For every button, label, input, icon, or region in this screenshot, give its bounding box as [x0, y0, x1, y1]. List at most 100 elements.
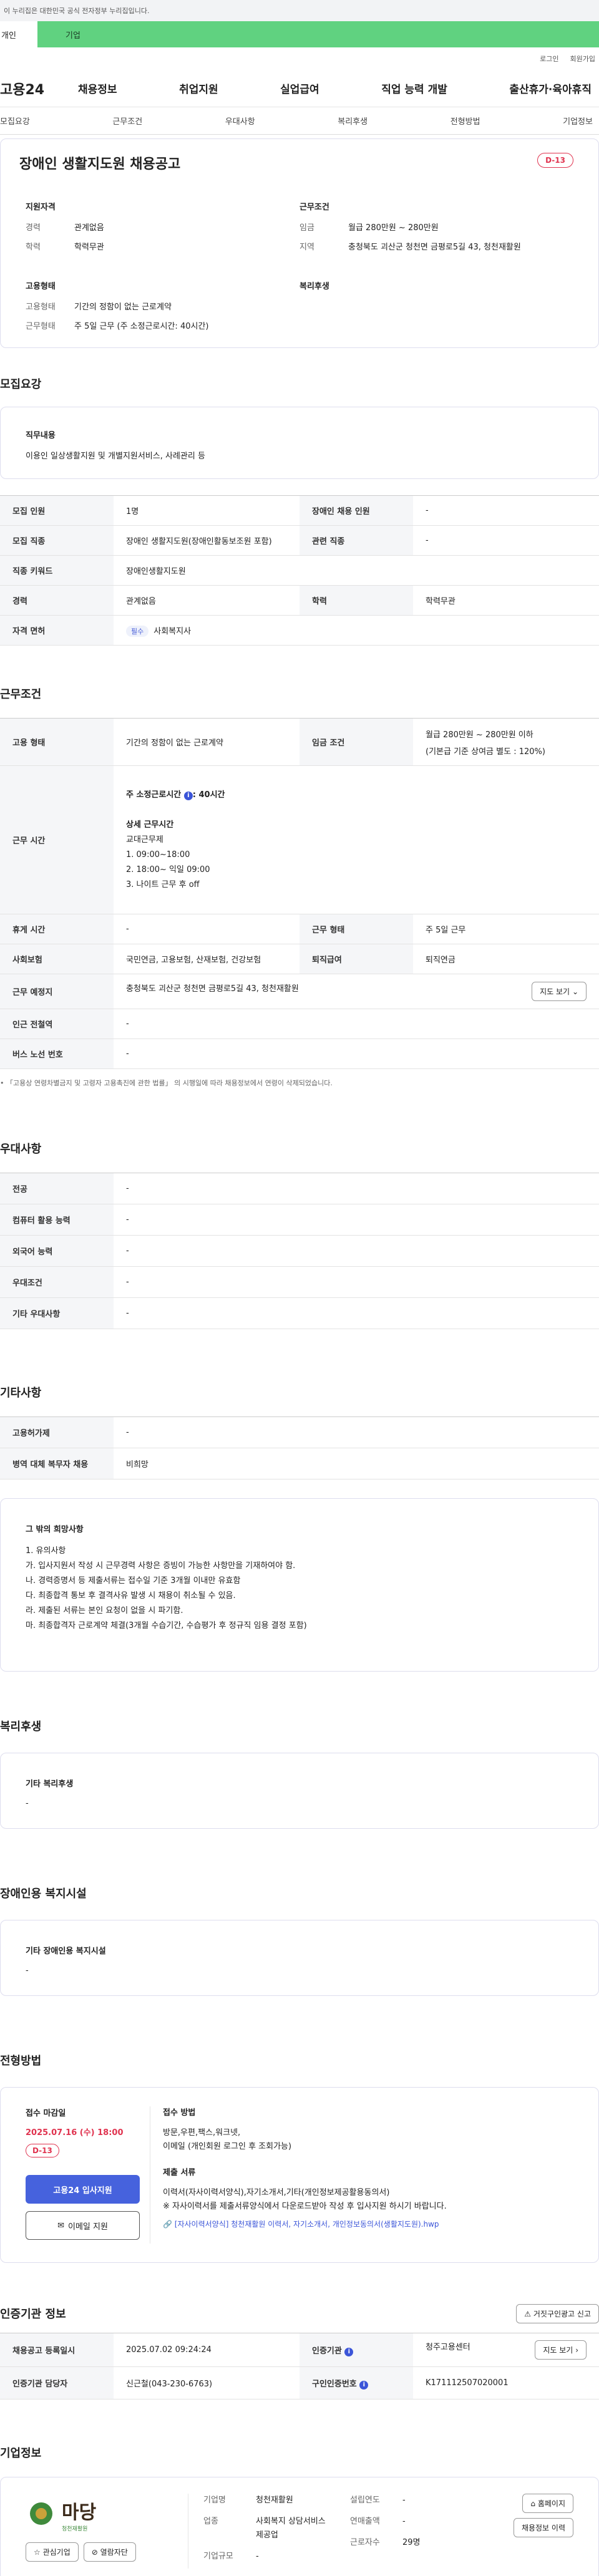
cert-map-label: 지도 보기 [543, 2346, 573, 2355]
info-icon[interactable]: i [359, 2380, 369, 2390]
table-row: 경력 관계없음 학력 학력무관 [0, 585, 599, 616]
cond-value: 충청북도 괴산군 청천면 금평로5길 43, 청천재활원 [348, 243, 521, 252]
block-icon: ⊘ [91, 2548, 98, 2557]
qualification-block: 지원자격 경력 관계없음 학력 학력무관 [26, 200, 300, 259]
global-nav: 고용24 채용정보 취업지원 실업급여 직업 능력 개발 출산휴가·육아휴직 [0, 70, 599, 107]
resume-file-link[interactable]: 🔗 [자사이력서양식] 청천재활원 이력서, 자기소개서, 개인정보동의서(생활… [163, 2217, 573, 2231]
cell-label: 인증기관 담당자 [0, 2366, 114, 2399]
job-summary-card: 장애인 생활지도원 채용공고 D-13 지원자격 경력 관계없음 학력 학력무관 근… [0, 138, 599, 348]
requirements-line: 다. 최종합격 통보 후 결격사유 발생 시 채용이 취소될 수 있음. [26, 1591, 236, 1600]
table-row: 직종 키워드 장애인생활지도원 [0, 555, 599, 586]
email-apply-label: 이메일 지원 [67, 2222, 108, 2232]
docs-label: 제출 서류 [163, 2168, 196, 2177]
apply-button[interactable]: 고용24 입사지원 [26, 2175, 140, 2204]
qual-label: 학력 [26, 243, 41, 252]
welfare-box-value: - [26, 1799, 29, 1808]
info-icon[interactable]: i [183, 791, 193, 800]
email-apply-button[interactable]: ✉ 이메일 지원 [26, 2211, 140, 2240]
welfare-box-title: 기타 복리후생 [26, 1779, 74, 1789]
section-tab-company[interactable]: 기업정보 [563, 115, 593, 127]
cert-org-label: 인증기관 [312, 2346, 342, 2356]
gnb-item-employment-support[interactable]: 취업지원 [179, 80, 218, 96]
tab-personal[interactable]: 개인 [0, 21, 37, 47]
section-tab-preference[interactable]: 우대사항 [225, 115, 255, 127]
alert-icon: ⚠ [524, 2309, 532, 2318]
cell-label: 임금 조건 [300, 718, 413, 766]
gnb-item-parental-leave[interactable]: 출산휴가·육아휴직 [509, 80, 592, 96]
field-value: - [256, 2552, 259, 2561]
homepage-button[interactable]: ⌂ 홈페이지 [522, 2494, 573, 2513]
cell-value: 1명 [114, 495, 300, 526]
table-row: 모집 인원 1명 장애인 채용 인원 - [0, 495, 599, 526]
cell-label: 고용허가제 [0, 1416, 114, 1448]
requirements-card: 그 밖의 희망사항 1. 유의사항 가. 입사지원서 작성 시 근무경력 사항은… [0, 1498, 599, 1672]
cell-label: 근무 예정지 [0, 974, 114, 1009]
cell-value: - [413, 525, 599, 556]
section-tabs: 모집요강 근무조건 우대사항 복리후생 전형방법 기업정보 [0, 107, 599, 135]
company-logo-mark [30, 2502, 52, 2525]
cell-value: - [413, 495, 599, 526]
cell-label: 모집 인원 [0, 495, 114, 526]
age-footnote-text: 「고용상 연령차별금지 및 고령자 고용촉진에 관한 법률」 의 시행일에 따라… [6, 1079, 333, 1087]
cell-value: 필수 사회복지사 [114, 615, 599, 646]
join-link[interactable]: 회원가입 [570, 54, 595, 64]
block-viewer-button[interactable]: ⊘ 열람자단 [83, 2542, 136, 2562]
cell-label: 구인인증번호 i [300, 2366, 413, 2399]
section-tab-welfare[interactable]: 복리후생 [338, 115, 368, 127]
cell-label: 학력 [300, 585, 413, 616]
section-tab-process[interactable]: 전형방법 [450, 115, 480, 127]
gnb-item-jobs[interactable]: 채용정보 [78, 80, 117, 96]
login-link[interactable]: 로그인 [540, 54, 558, 64]
hours-value: : 40시간 [192, 790, 225, 800]
work-section-title: 근무조건 [0, 688, 42, 701]
interest-company-button[interactable]: ☆ 관심기업 [26, 2542, 79, 2562]
gnb-menu: 채용정보 취업지원 실업급여 직업 능력 개발 출산휴가·육아휴직 [78, 80, 599, 96]
field-label: 업종 [203, 2517, 218, 2526]
table-row: 자격 면허 필수 사회복지사 [0, 615, 599, 646]
cell-value: 비희망 [114, 1448, 599, 1479]
map-button-label: 지도 보기 [540, 987, 570, 996]
cell-label: 전공 [0, 1173, 114, 1204]
cond-label: 지역 [300, 243, 314, 252]
field-label: 근로자수 [350, 2538, 380, 2547]
cell-label: 휴게 시간 [0, 914, 114, 944]
cell-value: 신근철(043-230-6763) [114, 2366, 300, 2399]
section-tab-work[interactable]: 근무조건 [112, 115, 142, 127]
table-row: 모집 직종 장애인 생활지도원(장애인활동보조원 포함) 관련 직종 - [0, 525, 599, 556]
hours-line: 1. 09:00~18:00 [126, 850, 190, 859]
site-logo[interactable]: 고용24 [0, 79, 78, 99]
requirements-line: 가. 입사지원서 작성 시 근무경력 사항은 증빙이 가능한 사항만을 기재하여… [26, 1561, 296, 1571]
map-button[interactable]: 지도 보기 ⌄ [532, 982, 587, 1001]
facility-box-title: 기타 장애인용 복지시설 [26, 1947, 106, 1956]
gnb-item-unemployment-benefit[interactable]: 실업급여 [280, 80, 319, 96]
table-row: 근무 예정지 충청북도 괴산군 청천면 금평로5길 43, 청천재활원 지도 보기… [0, 974, 599, 1009]
hours-cell: 주 소정근로시간 i: 40시간 상세 근무시간 교대근무제 1. 09:00~… [114, 765, 599, 914]
cell-value: - [114, 1297, 599, 1329]
etc-section-title: 기타사항 [0, 1387, 42, 1400]
cell-label: 인증기관 i [300, 2333, 413, 2367]
cell-value: 주 5일 근무 [413, 914, 599, 944]
info-icon[interactable]: i [344, 2347, 354, 2356]
chevron-right-icon: › [575, 2346, 578, 2355]
method-block: 접수 방법 방문,우편,팩스,워크넷, 이메일 (개인회원 로그인 후 조회가능… [163, 2106, 573, 2244]
gnb-item-vocational-training[interactable]: 직업 능력 개발 [381, 80, 447, 96]
cell-value: 기간의 정함이 없는 근로계약 [114, 718, 300, 766]
cert-map-button[interactable]: 지도 보기 › [535, 2340, 587, 2360]
gov-notice-bar: 이 누리집은 대한민국 공식 전자정부 누리집입니다. [0, 0, 599, 21]
job-history-button[interactable]: 채용정보 이력 [513, 2518, 573, 2537]
report-fake-ad-button[interactable]: ⚠ 거짓구인광고 신고 [516, 2303, 599, 2323]
wage-note: (기본급 기준 상여금 별도 : 120%) [426, 747, 545, 757]
recruit-section-title: 모집요강 [0, 378, 42, 391]
cell-value: 2025.07.02 09:24:24 [114, 2333, 300, 2367]
table-row: 근무 시간 주 소정근로시간 i: 40시간 상세 근무시간 교대근무제 1. … [0, 765, 599, 914]
cell-label: 사회보험 [0, 944, 114, 974]
tab-enterprise[interactable]: 기업 [37, 21, 599, 47]
license-value: 사회복지사 [153, 626, 192, 636]
emp-value: 주 5일 근무 (주 소정근로시간: 40시간) [74, 322, 209, 331]
cell-label: 외국어 능력 [0, 1235, 114, 1267]
cell-value: - [114, 1416, 599, 1448]
company-actions: ⌂ 홈페이지 채용정보 이력 [475, 2494, 573, 2569]
cell-value: - [114, 1039, 599, 1069]
cell-value: - [114, 1266, 599, 1298]
section-tab-recruit[interactable]: 모집요강 [0, 115, 30, 127]
